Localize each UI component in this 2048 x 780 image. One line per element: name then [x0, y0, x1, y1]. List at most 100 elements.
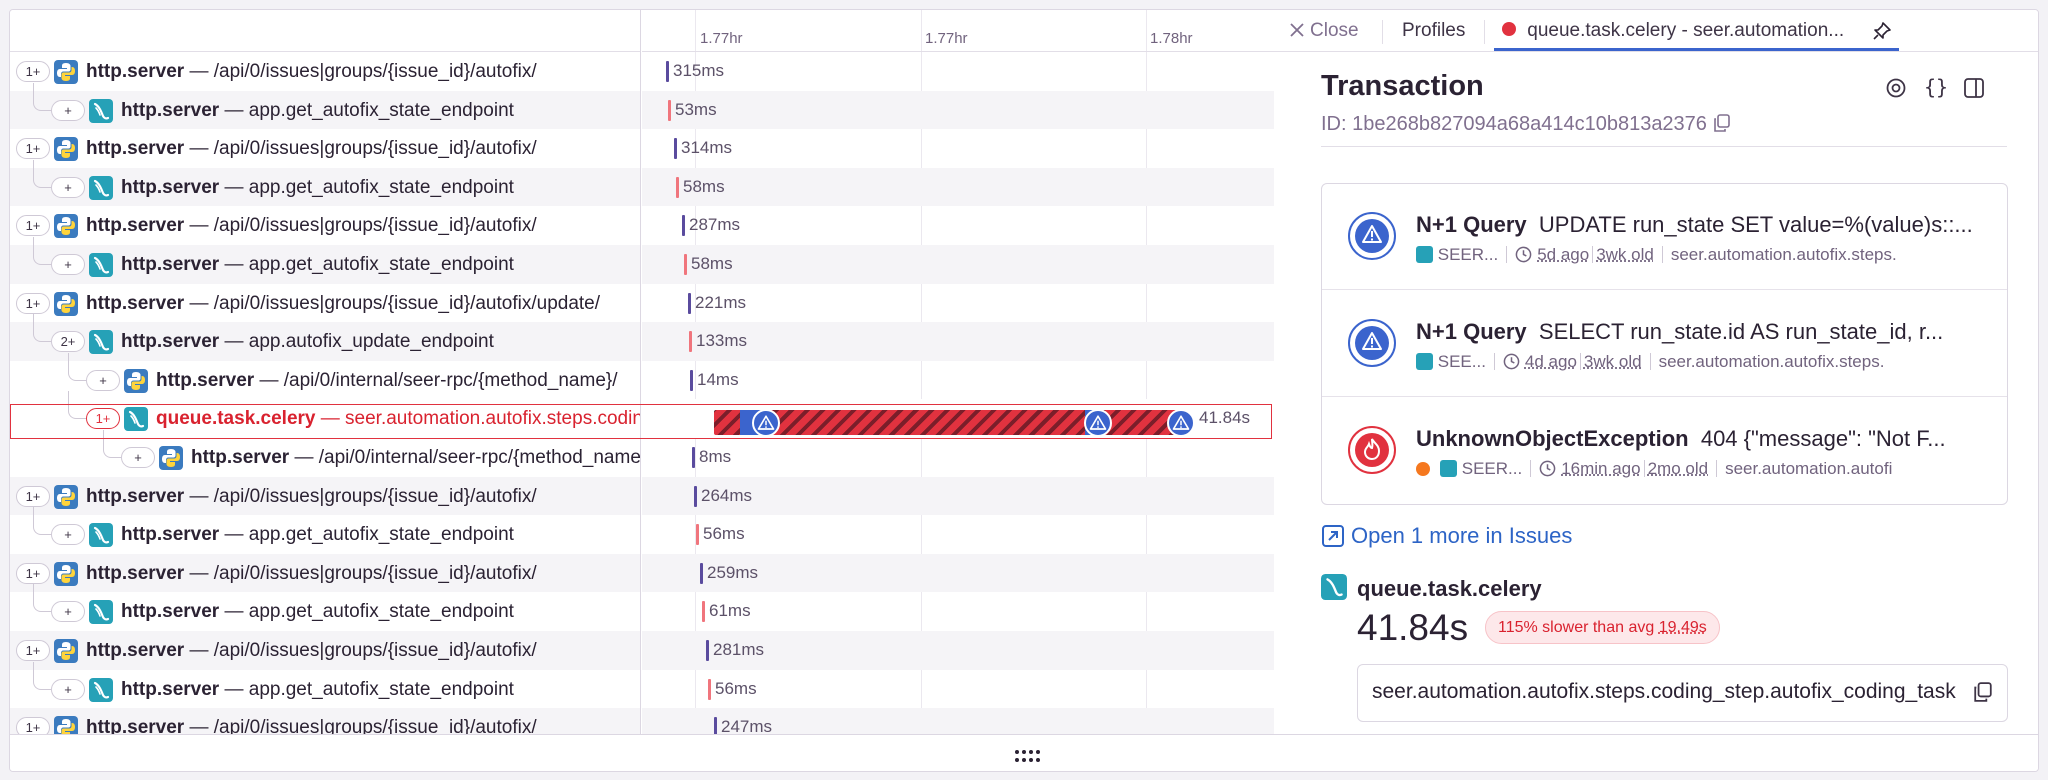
issue-age[interactable]: 3wk old	[1584, 352, 1642, 371]
timeline-row[interactable]: 58ms	[642, 245, 1282, 284]
issue-item[interactable]: N+1 Query SELECT run_state.id AS run_sta…	[1322, 291, 2007, 397]
warning-icon[interactable]	[1084, 409, 1112, 437]
expand-toggle[interactable]: 1+	[16, 292, 50, 314]
grip-icon[interactable]	[1014, 747, 1040, 768]
expand-toggle[interactable]: +	[51, 601, 85, 623]
json-icon[interactable]: {}	[1924, 75, 1948, 99]
span-timeline[interactable]: 1.77hr 1.77hr 1.78hr 315ms 53ms 314ms 58ms 2…	[642, 10, 1283, 734]
slower-avg[interactable]: 19.49s	[1659, 619, 1707, 636]
timeline-row[interactable]: 8ms	[642, 438, 1282, 477]
span-bar[interactable]	[684, 254, 687, 275]
expand-toggle[interactable]: +	[51, 254, 85, 275]
expand-toggle[interactable]: 1+	[16, 485, 50, 507]
flask-icon	[89, 175, 113, 200]
close-button[interactable]: Close	[1290, 20, 1359, 42]
tab-active-span[interactable]: queue.task.celery - seer.automation...	[1502, 20, 1844, 42]
timeline-row[interactable]: 61ms	[642, 592, 1282, 631]
expand-toggle[interactable]: +	[51, 176, 85, 198]
span-row[interactable]: 1+ http.server — /api/0/issues|groups/{is…	[10, 52, 640, 91]
expand-toggle[interactable]: 1+	[16, 138, 50, 160]
span-bar[interactable]	[708, 678, 711, 700]
span-row[interactable]: 1+ http.server — /api/0/issues|groups/{is…	[10, 708, 640, 734]
timeline-row[interactable]: 315ms	[642, 52, 1282, 91]
timeline-row[interactable]: 281ms	[642, 631, 1282, 670]
span-row[interactable]: + http.server — app.get_autofix_state_end…	[10, 82, 640, 130]
selected-span-bar[interactable]	[714, 410, 1184, 435]
issue-item[interactable]: N+1 Query UPDATE run_state SET value=%(v…	[1322, 184, 2007, 290]
span-bar[interactable]	[689, 331, 692, 353]
expand-toggle[interactable]: 1+	[86, 408, 120, 430]
expand-toggle[interactable]: 2+	[51, 331, 85, 353]
expand-toggle[interactable]: 1+	[16, 61, 50, 82]
span-row[interactable]: + http.server — app.get_autofix_state_end…	[10, 237, 640, 284]
issue-age[interactable]: 3wk old	[1596, 245, 1654, 264]
span-row[interactable]: 1+ http.server — /api/0/issues|groups/{is…	[10, 206, 640, 245]
expand-toggle[interactable]: 1+	[16, 717, 50, 734]
span-row[interactable]: 1+ http.server — /api/0/issues|groups/{is…	[10, 553, 640, 593]
span-label: http.server — /api/0/issues|groups/{issu…	[86, 215, 537, 237]
span-row[interactable]: + http.server — /api/0/internal/seer-rpc/…	[10, 352, 640, 400]
tab-profiles[interactable]: Profiles	[1402, 20, 1465, 42]
warning-icon[interactable]	[1167, 409, 1195, 437]
flask-icon	[89, 523, 113, 548]
span-bar[interactable]	[666, 61, 669, 82]
span-bar[interactable]	[688, 292, 691, 314]
issue-first-seen[interactable]: 16min ago	[1561, 459, 1640, 478]
copy-icon[interactable]	[1973, 682, 1993, 707]
timeline-row[interactable]: 314ms	[642, 129, 1282, 168]
timeline-row[interactable]: 53ms	[642, 90, 1282, 130]
span-bar[interactable]	[706, 640, 709, 661]
span-label: queue.task.celery — seer.automation.auto…	[156, 408, 640, 430]
timeline-row[interactable]: 247ms	[642, 708, 1282, 734]
expand-toggle[interactable]: 1+	[16, 562, 50, 584]
timeline-row[interactable]: 56ms	[642, 670, 1282, 709]
span-bar[interactable]	[700, 562, 703, 584]
span-row[interactable]: 1+ http.server — /api/0/issues|groups/{is…	[10, 631, 640, 670]
span-row[interactable]: 1+ http.server — /api/0/issues|groups/{is…	[10, 476, 640, 516]
expand-toggle[interactable]: +	[51, 99, 85, 121]
span-bar[interactable]	[668, 99, 671, 121]
profile-icon[interactable]	[1885, 77, 1907, 104]
span-row[interactable]: 1+ http.server — /api/0/issues|groups/{is…	[10, 129, 640, 168]
issue-first-seen[interactable]: 4d ago	[1525, 352, 1577, 371]
timeline-row[interactable]: 133ms	[642, 322, 1282, 361]
open-more-link[interactable]: Open 1 more in Issues	[1321, 523, 1572, 549]
timeline-row[interactable]: 56ms	[642, 515, 1282, 554]
timeline-row[interactable]: 259ms	[642, 553, 1282, 593]
span-row[interactable]: + http.server — app.get_autofix_state_end…	[10, 159, 640, 207]
span-row[interactable]: + http.server — /api/0/internal/seer-rpc/…	[10, 430, 640, 477]
timeline-row[interactable]: 264ms	[642, 476, 1282, 516]
expand-toggle[interactable]: +	[86, 369, 120, 391]
span-row[interactable]: + http.server — app.get_autofix_state_end…	[10, 661, 640, 709]
span-row[interactable]: 1+ http.server — /api/0/issues|groups/{is…	[10, 284, 640, 323]
span-bar[interactable]	[702, 601, 705, 623]
expand-toggle[interactable]: 1+	[16, 215, 50, 237]
expand-toggle[interactable]: +	[51, 524, 85, 546]
issue-first-seen[interactable]: 5d ago	[1537, 245, 1589, 264]
span-bar[interactable]	[714, 717, 717, 734]
expand-toggle[interactable]: +	[121, 447, 155, 468]
span-row[interactable]: + http.server — app.get_autofix_state_end…	[10, 584, 640, 631]
span-bar[interactable]	[692, 447, 695, 468]
issue-age[interactable]: 2mo old	[1648, 459, 1708, 478]
expand-toggle[interactable]: +	[51, 678, 85, 700]
timeline-row[interactable]: 287ms	[642, 206, 1282, 245]
span-bar[interactable]	[676, 176, 679, 198]
span-bar[interactable]	[690, 369, 693, 391]
copy-icon[interactable]	[1713, 114, 1731, 132]
warning-icon[interactable]	[752, 409, 780, 437]
span-bar[interactable]	[694, 485, 697, 507]
timeline-row[interactable]: 14ms	[642, 361, 1282, 400]
resize-bar[interactable]	[10, 734, 2038, 771]
span-row[interactable]: 2+ http.server — app.autofix_update_endpo…	[10, 314, 640, 361]
span-bar[interactable]	[696, 524, 699, 546]
panel-icon[interactable]	[1963, 77, 1985, 104]
timeline-row[interactable]: 221ms	[642, 284, 1282, 323]
pin-icon[interactable]	[1872, 21, 1892, 46]
span-bar[interactable]	[682, 215, 685, 237]
span-bar[interactable]	[674, 138, 677, 160]
expand-toggle[interactable]: 1+	[16, 640, 50, 661]
timeline-row[interactable]: 58ms	[642, 167, 1282, 207]
issue-item[interactable]: UnknownObjectException 404 {"message": "…	[1322, 398, 2007, 504]
span-row[interactable]: + http.server — app.get_autofix_state_end…	[10, 507, 640, 554]
